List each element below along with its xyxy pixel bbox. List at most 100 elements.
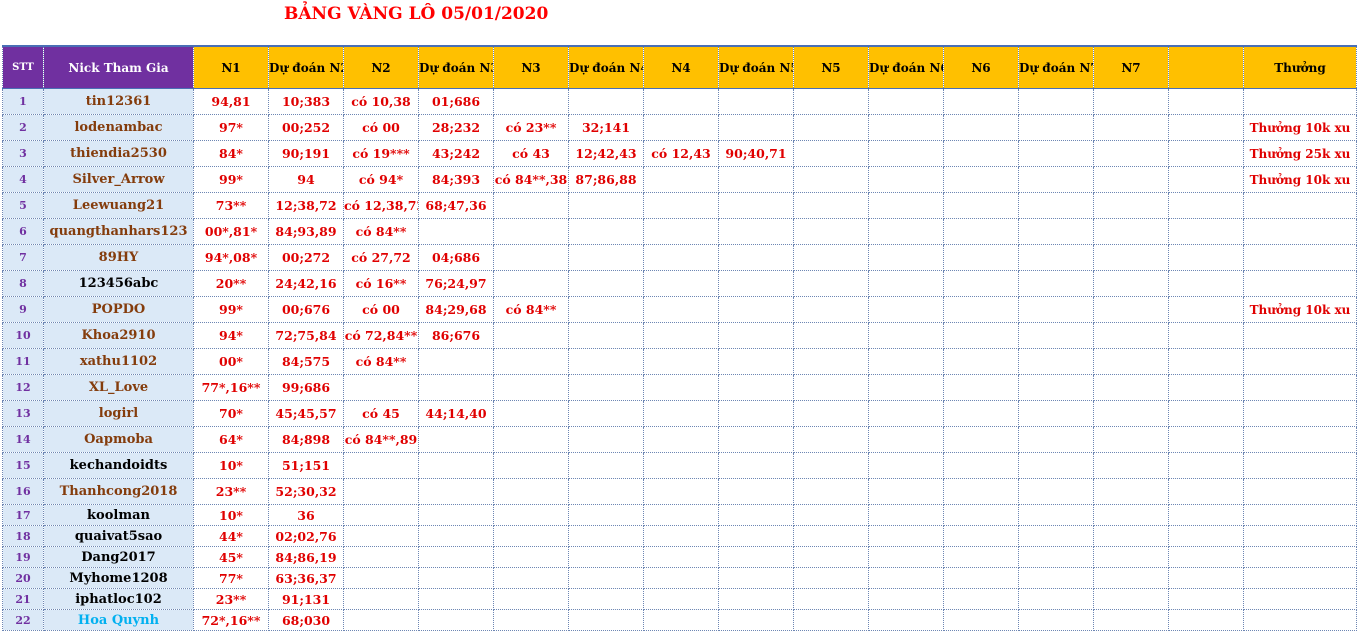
value-cell xyxy=(1018,296,1094,323)
value-cell xyxy=(643,348,719,375)
value-cell xyxy=(343,452,419,479)
value-cell xyxy=(718,114,794,141)
value-cell: 01;686 xyxy=(418,88,494,115)
reward-cell xyxy=(1243,88,1357,115)
value-cell xyxy=(1093,567,1169,589)
value-cell xyxy=(643,192,719,219)
value-cell: có 72,84** xyxy=(343,322,419,349)
nick-cell: iphatloc102 xyxy=(43,588,194,610)
value-cell xyxy=(568,374,644,401)
reward-cell xyxy=(1243,478,1357,505)
value-cell xyxy=(568,609,644,631)
value-cell: 00;272 xyxy=(268,244,344,271)
value-cell xyxy=(418,609,494,631)
value-cell xyxy=(943,478,1019,505)
value-cell: có 16** xyxy=(343,270,419,297)
value-cell xyxy=(868,270,944,297)
value-cell xyxy=(493,504,569,526)
value-cell xyxy=(1018,588,1094,610)
value-cell: 00;252 xyxy=(268,114,344,141)
value-cell xyxy=(1168,567,1244,589)
value-cell xyxy=(868,166,944,193)
column-header-0: STT xyxy=(2,45,44,89)
value-cell: 91;131 xyxy=(268,588,344,610)
value-cell: 84;29,68 xyxy=(418,296,494,323)
value-cell xyxy=(868,504,944,526)
value-cell xyxy=(868,426,944,453)
value-cell xyxy=(1093,478,1169,505)
value-cell: 12;42,43 xyxy=(568,140,644,167)
table-row: 2 lodenambac 97* 00;252 có 00 28;232 có 23** 32… xyxy=(2,114,1357,141)
value-cell xyxy=(943,348,1019,375)
value-cell xyxy=(943,546,1019,568)
value-cell xyxy=(718,322,794,349)
value-cell: 00;676 xyxy=(268,296,344,323)
value-cell: 68;47,36 xyxy=(418,192,494,219)
value-cell xyxy=(643,588,719,610)
value-cell: 99* xyxy=(193,166,269,193)
value-cell: 72;75,84 xyxy=(268,322,344,349)
value-cell xyxy=(793,478,869,505)
value-cell xyxy=(943,244,1019,271)
row-number: 22 xyxy=(2,609,44,631)
value-cell xyxy=(1093,452,1169,479)
value-cell xyxy=(868,400,944,427)
value-cell: 68;030 xyxy=(268,609,344,631)
value-cell xyxy=(418,348,494,375)
row-number: 2 xyxy=(2,114,44,141)
value-cell xyxy=(793,166,869,193)
value-cell: 86;676 xyxy=(418,322,494,349)
value-cell: có 00 xyxy=(343,296,419,323)
value-cell: có 19*** xyxy=(343,140,419,167)
row-number: 21 xyxy=(2,588,44,610)
value-cell: 43;242 xyxy=(418,140,494,167)
value-cell xyxy=(643,426,719,453)
table-row: 17 koolman 10* 36 xyxy=(2,504,1357,526)
value-cell xyxy=(1018,609,1094,631)
header-row: STT Nick Tham Gia N1 Dự đoán N2 N2 Dự đoán N3… xyxy=(2,45,1357,89)
value-cell: có 84** xyxy=(493,296,569,323)
value-cell xyxy=(343,588,419,610)
value-cell xyxy=(1093,426,1169,453)
value-cell: có 45 xyxy=(343,400,419,427)
nick-cell: XL_Love xyxy=(43,374,194,401)
value-cell xyxy=(643,567,719,589)
value-cell: 90;40,71 xyxy=(718,140,794,167)
value-cell xyxy=(1168,400,1244,427)
table-row: 6 quangthanhars123 00*,81* 84;93,89 có 84** xyxy=(2,218,1357,245)
value-cell xyxy=(568,270,644,297)
value-cell xyxy=(868,478,944,505)
value-cell xyxy=(493,452,569,479)
value-cell: 51;151 xyxy=(268,452,344,479)
table-row: 19 Dang2017 45* 84;86,19 xyxy=(2,546,1357,568)
value-cell xyxy=(1093,525,1169,547)
value-cell xyxy=(793,114,869,141)
reward-cell xyxy=(1243,374,1357,401)
value-cell xyxy=(418,218,494,245)
value-cell xyxy=(493,478,569,505)
value-cell xyxy=(943,588,1019,610)
value-cell xyxy=(1018,567,1094,589)
row-number: 8 xyxy=(2,270,44,297)
value-cell xyxy=(943,192,1019,219)
value-cell xyxy=(1093,218,1169,245)
table-row: 16 Thanhcong2018 23** 52;30,32 xyxy=(2,478,1357,505)
value-cell xyxy=(718,218,794,245)
nick-cell: Oapmoba xyxy=(43,426,194,453)
value-cell xyxy=(1168,374,1244,401)
column-header-1: Nick Tham Gia xyxy=(43,45,194,89)
value-cell xyxy=(943,504,1019,526)
column-header-12: N6 xyxy=(943,45,1019,89)
value-cell xyxy=(643,525,719,547)
value-cell xyxy=(343,504,419,526)
value-cell xyxy=(1018,478,1094,505)
value-cell xyxy=(1093,114,1169,141)
value-cell xyxy=(1168,546,1244,568)
table-row: 4 Silver_Arrow 99* 94 có 94* 84;393 có 84**,38… xyxy=(2,166,1357,193)
value-cell xyxy=(1168,322,1244,349)
value-cell xyxy=(643,166,719,193)
reward-cell xyxy=(1243,567,1357,589)
value-cell xyxy=(943,114,1019,141)
table-row: 5 Leewuang21 73** 12;38,72 có 12,38,72 68;47,… xyxy=(2,192,1357,219)
value-cell xyxy=(1093,504,1169,526)
